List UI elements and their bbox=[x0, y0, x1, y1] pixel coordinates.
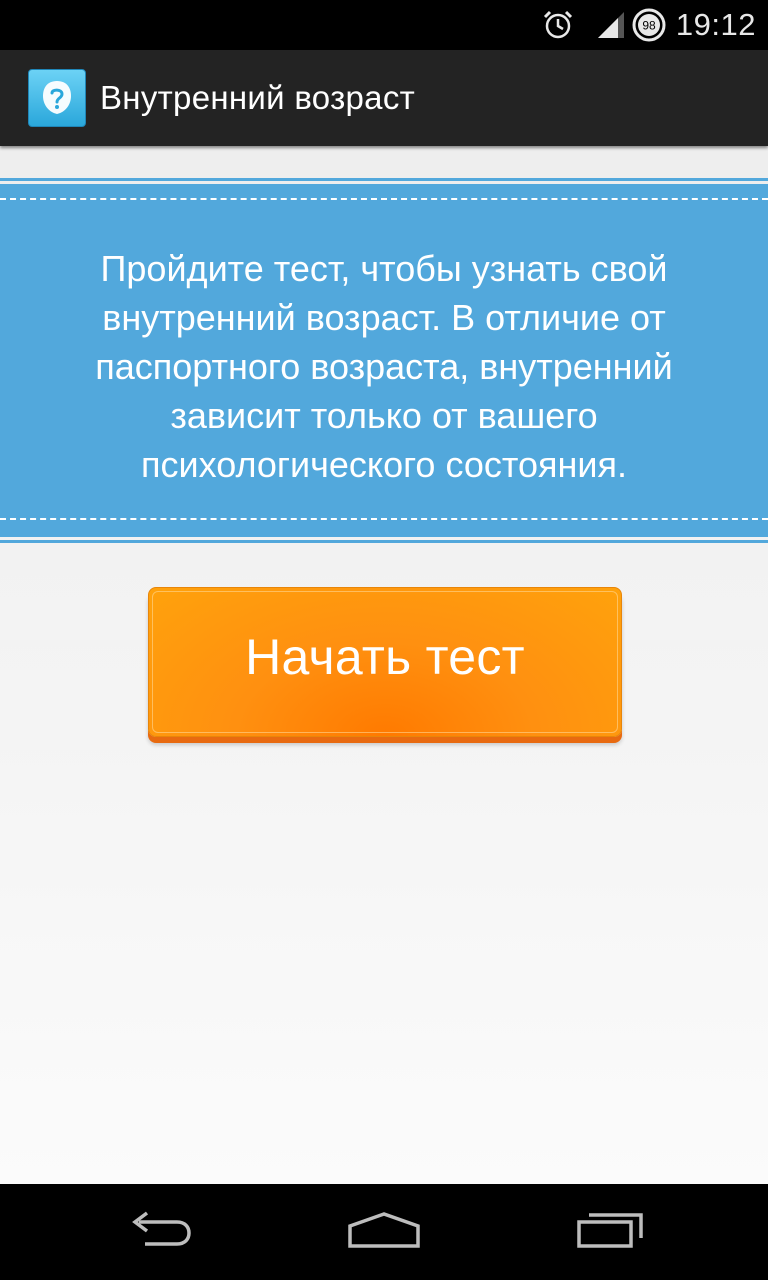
recents-button[interactable] bbox=[540, 1184, 680, 1280]
alarm-icon bbox=[540, 7, 576, 43]
start-test-label: Начать тест bbox=[245, 629, 525, 685]
home-icon bbox=[346, 1210, 422, 1255]
start-test-button[interactable]: Начать тест bbox=[148, 587, 622, 737]
action-bar: Внутренний возраст bbox=[0, 50, 768, 146]
app-face-question-icon[interactable] bbox=[28, 69, 86, 127]
signal-icon bbox=[596, 10, 626, 40]
status-bar: 98 19:12 bbox=[0, 0, 768, 50]
banner-bottom-line bbox=[0, 540, 768, 543]
home-button[interactable] bbox=[314, 1184, 454, 1280]
page-title: Внутренний возраст bbox=[100, 79, 416, 116]
status-time: 19:12 bbox=[675, 7, 756, 42]
banner-text: Пройдите тест, чтобы узнать свой внутрен… bbox=[95, 248, 673, 485]
banner-top-line bbox=[0, 178, 768, 181]
info-banner: Пройдите тест, чтобы узнать свой внутрен… bbox=[0, 178, 768, 544]
banner-body: Пройдите тест, чтобы узнать свой внутрен… bbox=[0, 184, 768, 537]
banner-dashed-border-top bbox=[0, 198, 768, 200]
banner-dashed-border-bottom bbox=[0, 518, 768, 520]
battery-level: 98 bbox=[642, 19, 656, 33]
back-button[interactable] bbox=[90, 1184, 230, 1280]
back-icon bbox=[125, 1210, 195, 1255]
main-content: Пройдите тест, чтобы узнать свой внутрен… bbox=[0, 146, 768, 1184]
navigation-bar bbox=[0, 1184, 768, 1280]
recents-icon bbox=[575, 1210, 645, 1255]
battery-icon: 98 bbox=[632, 8, 666, 42]
